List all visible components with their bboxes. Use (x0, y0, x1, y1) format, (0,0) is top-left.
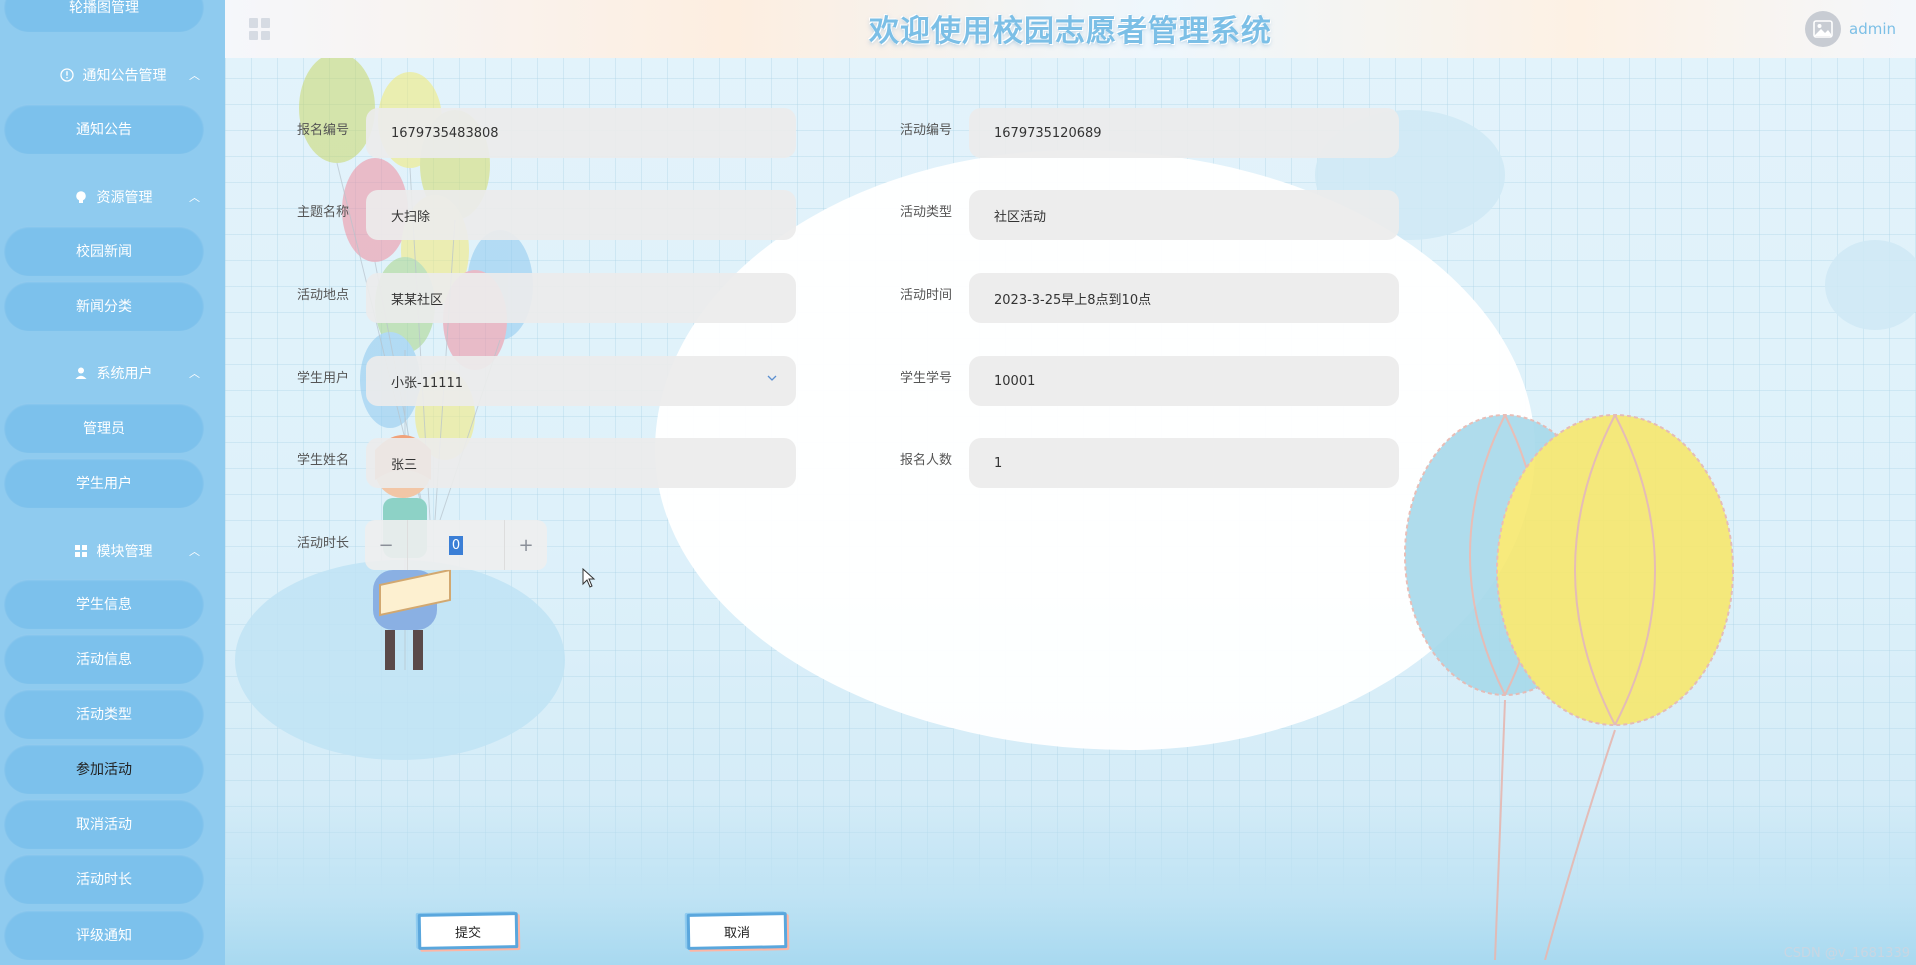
sidebar-item-label: 新闻分类 (76, 299, 132, 315)
sidebar-item-admin[interactable]: 管理员 (4, 403, 204, 453)
decrement-button[interactable]: − (365, 520, 407, 570)
sidebar-group-resources[interactable]: 资源管理 ︿ (0, 182, 225, 212)
sidebar-item-label: 轮播图管理 (69, 0, 139, 16)
activity-no-value: 1679735120689 (994, 125, 1102, 141)
activity-time-value: 2023-3-25早上8点到10点 (994, 292, 1152, 308)
sidebar-item-activity-info[interactable]: 活动信息 (4, 634, 204, 684)
registration-no-label: 报名编号 (297, 123, 350, 138)
sidebar-item-activity-duration[interactable]: 活动时长 (4, 854, 204, 904)
student-name-field[interactable]: 张三 (366, 438, 796, 488)
topic-name-value: 大扫除 (391, 209, 431, 225)
sidebar-item-student-user[interactable]: 学生用户 (4, 458, 204, 508)
sidebar-group-label: 系统用户 (96, 366, 153, 382)
activity-location-value: 某某社区 (391, 292, 444, 308)
sidebar-item-label: 参加活动 (76, 762, 132, 778)
chevron-up-icon: ︿ (189, 69, 200, 82)
student-name-label: 学生姓名 (297, 453, 350, 468)
sidebar-item-carousel[interactable]: 轮播图管理 (4, 0, 204, 32)
activity-type-label: 活动类型 (900, 205, 953, 220)
sidebar-group-label: 通知公告管理 (82, 68, 167, 84)
watermark: CSDN @v_1681339 (1783, 946, 1910, 961)
participant-count-label: 报名人数 (900, 453, 953, 468)
student-name-value: 张三 (391, 457, 418, 473)
sidebar-item-label: 活动信息 (76, 652, 132, 668)
sidebar-item-label: 学生用户 (76, 476, 132, 492)
cancel-button[interactable]: 取消 (686, 912, 788, 950)
student-user-label: 学生用户 (297, 371, 350, 386)
sidebar-group-label: 模块管理 (96, 544, 153, 560)
sidebar-item-label: 取消活动 (76, 817, 132, 833)
student-id-value: 10001 (994, 373, 1036, 389)
cloud-decoration (1825, 240, 1916, 330)
main-content: 报名编号 1679735483808 主题名称 大扫除 活动地点 某某社区 学生… (225, 0, 1916, 965)
chevron-up-icon: ︿ (189, 545, 200, 558)
sidebar-item-cancel-activity[interactable]: 取消活动 (4, 799, 204, 849)
sidebar-item-news-category[interactable]: 新闻分类 (4, 281, 204, 331)
user-icon (73, 365, 89, 381)
topic-name-label: 主题名称 (297, 205, 350, 220)
sidebar-item-notice[interactable]: 通知公告 (4, 104, 204, 154)
activity-time-field[interactable]: 2023-3-25早上8点到10点 (969, 273, 1399, 323)
topic-name-field[interactable]: 大扫除 (366, 190, 796, 240)
student-id-field[interactable]: 10001 (969, 356, 1399, 406)
top-bar: 欢迎使用校园志愿者管理系统 admin (225, 0, 1916, 58)
participant-count-value: 1 (994, 455, 1003, 471)
chevron-down-icon (766, 372, 778, 388)
submit-button[interactable]: 提交 (417, 912, 519, 950)
sidebar: 轮播图管理 通知公告管理 ︿ 通知公告 资源管理 ︿ 校园新闻 新闻分类 系统用… (0, 0, 225, 965)
increment-button[interactable]: + (505, 520, 547, 570)
activity-no-label: 活动编号 (900, 123, 953, 138)
student-user-value: 小张-11111 (391, 375, 464, 391)
activity-location-field[interactable]: 某某社区 (366, 273, 796, 323)
sidebar-group-system-users[interactable]: 系统用户 ︿ (0, 358, 225, 388)
chevron-up-icon: ︿ (189, 191, 200, 204)
sidebar-item-activity-type[interactable]: 活动类型 (4, 689, 204, 739)
activity-no-field[interactable]: 1679735120689 (969, 108, 1399, 158)
sidebar-item-student-info[interactable]: 学生信息 (4, 579, 204, 629)
sidebar-group-label: 资源管理 (96, 190, 153, 206)
sidebar-item-label: 活动类型 (76, 707, 132, 723)
page-title: 欢迎使用校园志愿者管理系统 (869, 14, 1272, 49)
duration-input[interactable]: 0 (407, 520, 505, 570)
right-balloons-illustration (1404, 414, 1734, 960)
activity-location-label: 活动地点 (297, 288, 350, 303)
sidebar-group-notice[interactable]: 通知公告管理 ︿ (0, 60, 225, 90)
activity-duration-label: 活动时长 (297, 536, 350, 551)
student-user-select[interactable]: 小张-11111 (366, 356, 796, 406)
sidebar-item-label: 通知公告 (76, 122, 132, 138)
user-menu[interactable]: admin (1805, 10, 1896, 48)
participant-count-field[interactable]: 1 (969, 438, 1399, 488)
duration-stepper[interactable]: − 0 + (365, 520, 547, 570)
chevron-up-icon: ︿ (189, 367, 200, 380)
username[interactable]: admin (1849, 20, 1896, 38)
mouse-cursor-icon (582, 568, 596, 588)
sidebar-item-join-activity[interactable]: 参加活动 (4, 744, 204, 794)
activity-type-field[interactable]: 社区活动 (969, 190, 1399, 240)
sidebar-item-rating-notice[interactable]: 评级通知 (4, 910, 204, 960)
sidebar-group-modules[interactable]: 模块管理 ︿ (0, 536, 225, 566)
duration-value: 0 (448, 535, 464, 555)
sidebar-item-campus-news[interactable]: 校园新闻 (4, 226, 204, 276)
activity-type-value: 社区活动 (994, 209, 1047, 225)
registration-no-value: 1679735483808 (391, 125, 499, 141)
activity-time-label: 活动时间 (900, 288, 953, 303)
sidebar-item-label: 学生信息 (76, 597, 132, 613)
sidebar-item-label: 管理员 (83, 421, 125, 437)
image-icon (1813, 20, 1833, 38)
info-icon (59, 67, 75, 83)
sidebar-item-label: 活动时长 (76, 872, 132, 888)
registration-no-field[interactable]: 1679735483808 (366, 108, 796, 158)
sidebar-item-label: 评级通知 (76, 928, 132, 944)
bulb-icon (73, 189, 89, 205)
grid-icon (73, 543, 89, 559)
sidebar-item-label: 校园新闻 (76, 244, 132, 260)
student-id-label: 学生学号 (900, 371, 953, 386)
avatar[interactable] (1805, 11, 1841, 47)
